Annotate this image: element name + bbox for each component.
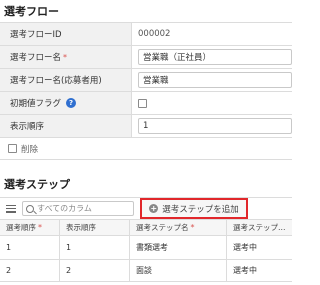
search-icon [26, 204, 34, 213]
form-row-display-order: 表示順序 1 [0, 115, 292, 138]
hamburger-menu-icon[interactable] [6, 204, 16, 213]
cell-selection-order: 1 [0, 236, 60, 259]
flow-name-cell: 営業職（正社員） [132, 46, 292, 68]
column-header-display-order[interactable]: 表示順序 [60, 220, 130, 235]
column-header-step-name[interactable]: 選考ステップ名 * [130, 220, 227, 235]
cell-display-order: 2 [60, 260, 130, 281]
selection-flow-form: 選考フローID 000002 選考フロー名 * 営業職（正社員） 選考フロー名(… [0, 22, 292, 160]
delete-label: 削除 [21, 144, 39, 155]
cell-step-status: 選考中 [233, 243, 257, 252]
flow-name-input[interactable]: 営業職（正社員） [138, 49, 292, 65]
flow-name-applicant-label: 選考フロー名(応募者用) [0, 69, 132, 91]
grid-toolbar: すべてのカラム + 選考ステップを追加 [0, 197, 292, 219]
section-title-selection-steps: 選考ステップ [4, 178, 70, 191]
column-header-selection-order[interactable]: 選考順序 * [0, 220, 60, 235]
display-order-label-text: 表示順序 [10, 122, 45, 132]
flow-id-label-text: 選考フローID [10, 30, 62, 40]
table-row[interactable]: 1 1 書類選考 選考中 [0, 236, 292, 260]
column-header-display-order-text: 表示順序 [66, 223, 96, 232]
column-header-step-status[interactable]: 選考ステップ… [227, 220, 292, 235]
default-flag-cell [132, 92, 292, 114]
flow-id-label: 選考フローID [0, 23, 132, 45]
flow-name-applicant-input[interactable]: 営業職 [138, 72, 292, 88]
required-mark: * [63, 52, 68, 62]
plus-circle-icon: + [149, 203, 159, 213]
cell-selection-order: 2 [0, 260, 60, 281]
default-flag-label-text: 初期値フラグ [10, 99, 62, 109]
flow-name-applicant-cell: 営業職 [132, 69, 292, 91]
section-title-selection-flow: 選考フロー [4, 5, 59, 18]
table-row[interactable]: 2 2 面談 選考中 [0, 260, 292, 282]
delete-row: 削除 [0, 138, 292, 160]
display-order-cell: 1 [132, 115, 292, 137]
cell-step-name: 面談 [130, 260, 227, 281]
add-selection-step-label: 選考ステップを追加 [162, 204, 239, 215]
help-icon[interactable]: ? [66, 98, 77, 108]
add-selection-step-button[interactable]: + 選考ステップを追加 [140, 198, 248, 219]
default-flag-label: 初期値フラグ ? [0, 92, 132, 114]
required-mark: * [190, 223, 195, 232]
cell-step-status: 選考中 [233, 266, 257, 275]
form-row-flow-name-applicant: 選考フロー名(応募者用) 営業職 [0, 69, 292, 92]
required-mark: * [38, 223, 42, 232]
flow-name-label-text: 選考フロー名 [10, 53, 62, 63]
form-row-default-flag: 初期値フラグ ? [0, 92, 292, 115]
flow-name-applicant-label-text: 選考フロー名(応募者用) [10, 76, 102, 86]
form-row-flow-id: 選考フローID 000002 [0, 23, 292, 46]
cell-step-name: 書類選考 [130, 236, 227, 259]
column-header-selection-order-text: 選考順序 [6, 223, 36, 232]
column-search-input[interactable]: すべてのカラム [22, 201, 134, 216]
selection-steps-grid: 選考順序 * 表示順序 選考ステップ名 * 選考ステップ… 1 1 書類選考 選… [0, 219, 292, 282]
display-order-label: 表示順序 [0, 115, 132, 137]
default-flag-checkbox[interactable] [138, 98, 147, 108]
cell-display-order: 1 [60, 236, 130, 259]
search-placeholder: すべてのカラム [37, 204, 92, 213]
column-header-step-name-text: 選考ステップ名 [136, 223, 189, 232]
column-header-step-status-text: 選考ステップ… [233, 223, 286, 232]
form-row-flow-name: 選考フロー名 * 営業職（正社員） [0, 46, 292, 69]
delete-checkbox[interactable] [8, 144, 17, 153]
grid-header-row: 選考順序 * 表示順序 選考ステップ名 * 選考ステップ… [0, 220, 292, 236]
display-order-input[interactable]: 1 [138, 118, 292, 134]
flow-name-label: 選考フロー名 * [0, 46, 132, 68]
flow-id-value: 000002 [138, 29, 171, 39]
